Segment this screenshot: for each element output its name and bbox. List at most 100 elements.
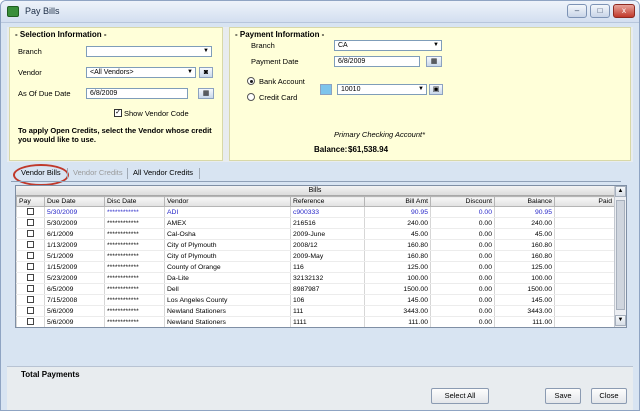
total-payments-label: Total Payments (21, 370, 80, 379)
table-cell: ************ (104, 261, 165, 273)
table-row[interactable]: 5/6/2009 ************ Newland Stationers 11… (16, 305, 615, 317)
tab-vendor-bills[interactable]: Vendor Bills (21, 168, 61, 177)
table-cell: 160.80 (364, 250, 431, 262)
as-of-due-date-field[interactable]: 6/8/2009 (86, 88, 188, 99)
credit-card-radio[interactable] (247, 93, 255, 101)
pay-checkbox-cell[interactable] (16, 228, 45, 240)
pay-checkbox[interactable] (27, 285, 34, 293)
selection-info-panel: - Selection Information - Branch ▼ Vendo… (9, 27, 223, 161)
pay-checkbox[interactable] (27, 219, 34, 227)
column-header[interactable]: Due Date (44, 196, 105, 207)
table-cell: 160.80 (364, 239, 431, 251)
save-button[interactable]: Save (545, 388, 581, 404)
tab-vendor-credits[interactable]: Vendor Credits (73, 168, 123, 177)
pay-checkbox[interactable] (27, 252, 34, 260)
table-row[interactable]: 1/15/2009 ************ County of Orange 116… (16, 261, 615, 273)
pay-checkbox-cell[interactable] (17, 328, 45, 329)
calendar-icon[interactable]: ▦ (198, 88, 214, 99)
pay-checkbox-cell[interactable] (16, 261, 45, 273)
pay-checkbox[interactable] (27, 241, 34, 249)
table-cell (554, 283, 615, 295)
table-row[interactable]: 6/5/2009 ************ Dell 8987987 1500.00 0.… (16, 283, 615, 295)
table-row[interactable]: 7/15/2008************Pacific Palisades (… (17, 328, 615, 329)
scroll-thumb[interactable] (616, 200, 625, 310)
table-cell: 0.00 (430, 239, 495, 251)
table-row[interactable]: 6/1/2009 ************ Cal-Osha 2009-June 45.… (16, 228, 615, 240)
vendor-lookup-binoculars-icon[interactable]: ◙ (199, 67, 213, 78)
table-cell: 175.00 (495, 328, 555, 329)
column-header[interactable]: Reference (290, 196, 365, 207)
pay-checkbox-cell[interactable] (16, 250, 45, 262)
open-credits-note: To apply Open Credits, select the Vendor… (18, 126, 212, 144)
pay-checkbox-cell[interactable] (16, 272, 45, 284)
table-cell: 0.00 (430, 261, 495, 273)
payment-date-label: Payment Date (251, 57, 299, 66)
calendar-icon[interactable]: ▦ (426, 56, 442, 67)
minimize-button[interactable]: – (567, 4, 587, 18)
scroll-up-icon[interactable]: ▲ (615, 186, 626, 197)
grid-caption: Bills (16, 186, 614, 196)
pay-checkbox-cell[interactable] (16, 305, 45, 317)
column-header[interactable]: Disc Date (104, 196, 165, 207)
payment-date-field[interactable]: 6/8/2009 (334, 56, 420, 67)
pay-checkbox[interactable] (27, 307, 34, 315)
table-cell: 1111 (290, 316, 365, 327)
close-window-button[interactable]: x (613, 4, 635, 18)
close-button[interactable]: Close (591, 388, 627, 404)
column-header[interactable]: Vendor (164, 196, 291, 207)
table-row[interactable]: 5/30/2009 ************ ADI c900333 90.95 0.00… (16, 206, 615, 218)
table-row[interactable]: 5/6/2009 ************ Newland Stationers 11… (16, 316, 615, 327)
column-header[interactable]: Pay (16, 196, 45, 207)
chevron-down-icon: ▼ (201, 47, 211, 56)
table-cell: Los Angeles County (164, 294, 291, 306)
select-all-button[interactable]: Select All (431, 388, 489, 404)
table-cell: 5/6/2009 (44, 305, 105, 317)
table-cell: Pacific Palisades (City of) (165, 328, 291, 329)
show-vendor-code-checkbox[interactable]: ✓ (114, 109, 122, 117)
pay-checkbox[interactable] (27, 296, 34, 304)
pay-checkbox[interactable] (27, 318, 34, 326)
title-bar: Pay Bills – □ x (1, 1, 639, 23)
pay-checkbox-cell[interactable] (16, 283, 45, 295)
bank-account-radio[interactable] (247, 77, 255, 85)
table-row[interactable]: 5/1/2009 ************ City of Plymouth 2009… (16, 250, 615, 262)
payment-branch-dropdown[interactable]: CA ▼ (334, 40, 442, 51)
tab-separator (67, 168, 68, 179)
table-cell: 5/30/2009 (44, 206, 105, 218)
column-header[interactable]: Balance (494, 196, 555, 207)
pay-checkbox[interactable] (27, 208, 34, 216)
vendor-dropdown[interactable]: <All Vendors> ▼ (86, 67, 196, 78)
table-cell: 7/15/2008 (44, 294, 105, 306)
grid-vertical-scrollbar[interactable]: ▲ ▼ (614, 186, 626, 327)
tab-all-vendor-credits[interactable]: All Vendor Credits (133, 168, 193, 177)
maximize-button[interactable]: □ (590, 4, 610, 18)
pay-checkbox[interactable] (27, 263, 34, 271)
table-row[interactable]: 1/13/2009 ************ City of Plymouth 200… (16, 239, 615, 251)
table-cell (554, 250, 615, 262)
table-cell: 5/30/2009 (44, 217, 105, 229)
bank-lookup-icon[interactable]: ▣ (429, 84, 443, 95)
table-row[interactable]: 5/30/2009 ************ AMEX 216516 240.00 0.0… (16, 217, 615, 229)
table-cell: Newland Stationers (164, 316, 291, 327)
table-cell (554, 217, 615, 229)
table-cell: ADI (164, 206, 291, 218)
table-row[interactable]: 5/23/2009 ************ Da-Lite 32132132 100.… (16, 272, 615, 284)
pay-checkbox[interactable] (27, 274, 34, 282)
pay-checkbox-cell[interactable] (16, 294, 45, 306)
pay-checkbox-cell[interactable] (16, 316, 45, 327)
pay-checkbox-cell[interactable] (16, 206, 45, 218)
bank-account-dropdown[interactable]: 10010 ▼ (337, 84, 427, 95)
column-header[interactable]: Bill Amt (364, 196, 431, 207)
table-cell: ************ (104, 250, 165, 262)
scroll-down-icon[interactable]: ▼ (615, 315, 626, 326)
table-cell: 7/15/2008 (45, 328, 105, 329)
pay-checkbox[interactable] (27, 230, 34, 238)
table-cell: 3443.00 (364, 305, 431, 317)
pay-checkbox-cell[interactable] (16, 217, 45, 229)
table-cell: 175.00 (365, 328, 431, 329)
selection-branch-dropdown[interactable]: ▼ (86, 46, 212, 57)
column-header[interactable]: Paid (554, 196, 615, 207)
pay-checkbox-cell[interactable] (16, 239, 45, 251)
column-header[interactable]: Discount (430, 196, 495, 207)
table-row[interactable]: 7/15/2008 ************ Los Angeles County 1… (16, 294, 615, 306)
